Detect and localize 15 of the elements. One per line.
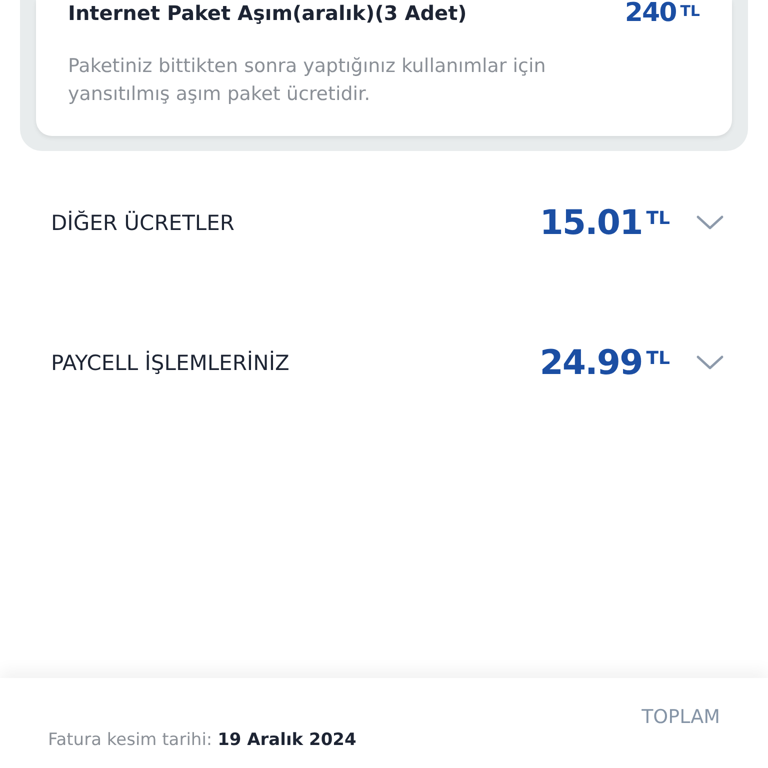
section-title[interactable]: PAYCELL İŞLEMLERİNİZ	[51, 351, 540, 375]
date-value: 19 Aralık 2024	[218, 730, 356, 750]
total-label: TOPLAM	[642, 706, 720, 728]
section-amount: 24.99	[540, 346, 642, 380]
currency-label: TL	[646, 348, 670, 369]
date-label: Fatura kesim tarihi:	[48, 730, 212, 750]
package-amount: 240	[624, 0, 676, 26]
chevron-icon[interactable]	[696, 355, 724, 371]
currency-label: TL	[680, 2, 700, 20]
section-amount: 15.01	[540, 206, 642, 240]
package-description: Paketiniz bittikten sonra yaptığınız kullanımlar için yansıtılmış aşım paket ücretidir.	[68, 54, 547, 107]
currency-label: TL	[646, 208, 670, 229]
chevron-icon[interactable]	[696, 215, 724, 231]
section-title[interactable]: DİĞER ÜCRETLER	[51, 211, 540, 235]
package-title: Internet Paket Aşım(aralık)(3 Adet)	[68, 1, 467, 25]
